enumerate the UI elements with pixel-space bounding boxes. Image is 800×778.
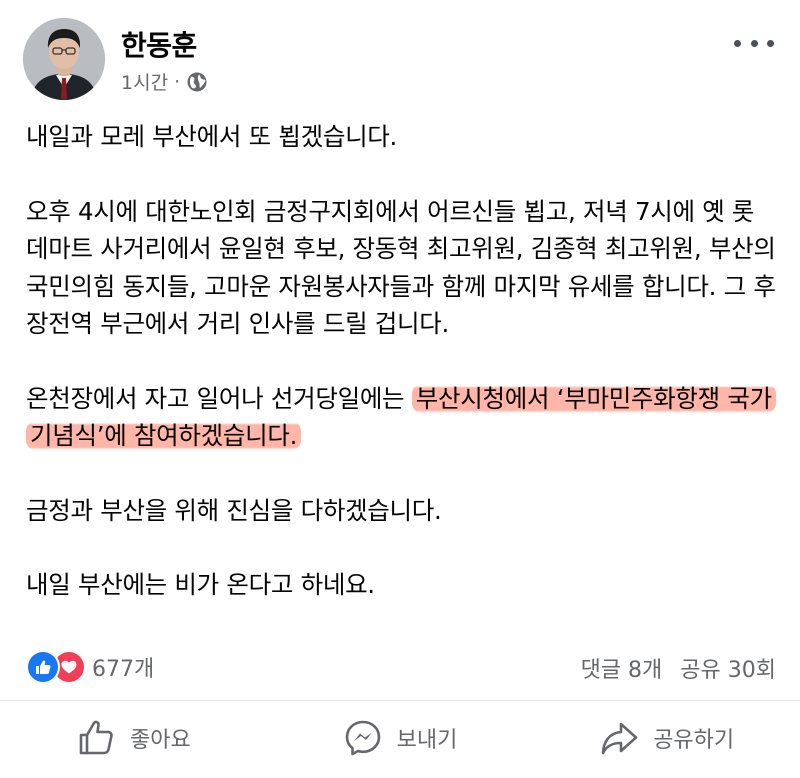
more-icon[interactable] xyxy=(734,36,774,50)
like-button[interactable]: 좋아요 xyxy=(0,708,267,768)
post-actions: 좋아요 보내기 공유하기 xyxy=(0,708,800,768)
share-count[interactable]: 공유 30회 xyxy=(680,652,776,684)
post-time[interactable]: 1시간 xyxy=(121,68,168,95)
messenger-icon xyxy=(345,720,380,756)
share-label: 공유하기 xyxy=(653,728,735,753)
post-paragraph: 내일과 모레 부산에서 또 뵙겠습니다. xyxy=(26,118,776,156)
reaction-count: 677개 xyxy=(92,657,155,682)
post-stats: 677개 댓글 8개 공유 30회 xyxy=(26,646,776,686)
post-text: 내일과 모레 부산에서 또 뵙겠습니다. xyxy=(26,122,398,151)
post-text: 오후 4시에 대한노인회 금정구지회에서 어르신들 뵙고, 저녁 7시에 옛 롯… xyxy=(26,196,784,339)
share-button[interactable]: 공유하기 xyxy=(533,708,800,768)
globe-icon[interactable] xyxy=(186,71,208,93)
like-icon xyxy=(26,650,60,684)
post-paragraph: 내일 부산에는 비가 온다고 하네요. xyxy=(26,566,776,604)
post-paragraph: 온천장에서 자고 일어나 선거당일에는 부산시청에서 ‘부마민주화항쟁 국가기념… xyxy=(26,380,776,455)
comment-count[interactable]: 댓글 8개 xyxy=(581,652,663,684)
divider xyxy=(0,700,800,701)
avatar[interactable] xyxy=(23,18,105,100)
send-label: 보내기 xyxy=(396,728,458,753)
thumbs-up-icon xyxy=(79,720,113,755)
share-arrow-icon xyxy=(601,722,638,755)
post-meta: 1시간 · xyxy=(121,68,208,95)
post-header: 한동훈 1시간 · xyxy=(0,0,800,110)
post-body: 내일과 모레 부산에서 또 뵙겠습니다. 오후 4시에 대한노인회 금정구지회에서… xyxy=(26,118,776,641)
meta-separator: · xyxy=(174,70,181,93)
post-paragraph: 오후 4시에 대한노인회 금정구지회에서 어르신들 뵙고, 저녁 7시에 옛 롯… xyxy=(26,193,776,343)
send-button[interactable]: 보내기 xyxy=(267,708,534,768)
post-paragraph: 금정과 부산을 위해 진심을 다하겠습니다. xyxy=(26,492,776,530)
post-text: 내일 부산에는 비가 온다고 하네요. xyxy=(26,570,375,599)
post-text: 금정과 부산을 위해 진심을 다하겠습니다. xyxy=(26,495,442,525)
reactions-summary[interactable]: 677개 xyxy=(26,650,154,684)
like-label: 좋아요 xyxy=(129,728,191,753)
author-name[interactable]: 한동훈 xyxy=(121,24,197,64)
post-text: 온천장에서 자고 일어나 선거당일에는 xyxy=(26,383,412,413)
